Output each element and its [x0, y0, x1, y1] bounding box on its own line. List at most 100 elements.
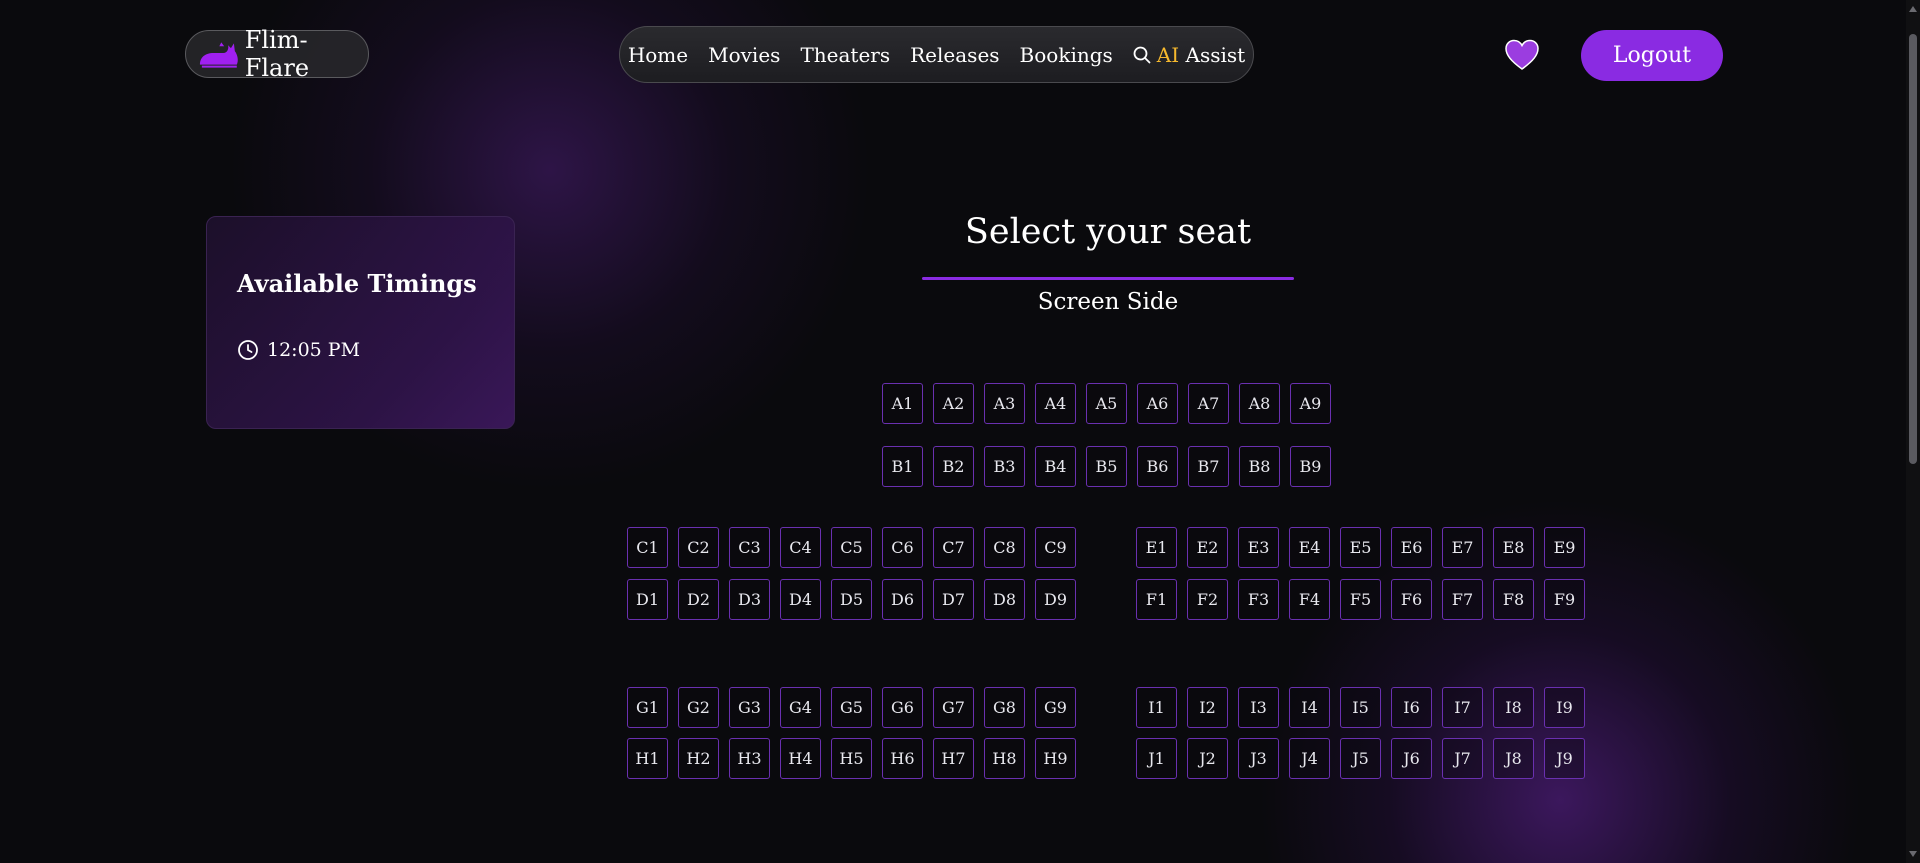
seat-button[interactable]: C2 — [678, 527, 719, 568]
seat-button[interactable]: H7 — [933, 738, 974, 779]
seat-button[interactable]: I1 — [1136, 687, 1177, 728]
seat-button[interactable]: H6 — [882, 738, 923, 779]
seat-button[interactable]: A2 — [933, 383, 974, 424]
seat-button[interactable]: J4 — [1289, 738, 1330, 779]
nav-releases[interactable]: Releases — [910, 43, 999, 67]
seat-button[interactable]: I9 — [1544, 687, 1585, 728]
seat-button[interactable]: I3 — [1238, 687, 1279, 728]
seat-button[interactable]: A3 — [984, 383, 1025, 424]
seat-button[interactable]: G4 — [780, 687, 821, 728]
seat-button[interactable]: D2 — [678, 579, 719, 620]
seat-button[interactable]: A9 — [1290, 383, 1331, 424]
seat-button[interactable]: F7 — [1442, 579, 1483, 620]
seat-button[interactable]: H8 — [984, 738, 1025, 779]
seat-button[interactable]: C4 — [780, 527, 821, 568]
seat-button[interactable]: F9 — [1544, 579, 1585, 620]
seat-button[interactable]: J1 — [1136, 738, 1177, 779]
seat-button[interactable]: H4 — [780, 738, 821, 779]
seat-button[interactable]: B6 — [1137, 446, 1178, 487]
seat-button[interactable]: E3 — [1238, 527, 1279, 568]
seat-button[interactable]: E9 — [1544, 527, 1585, 568]
seat-button[interactable]: I4 — [1289, 687, 1330, 728]
seat-button[interactable]: J7 — [1442, 738, 1483, 779]
seat-button[interactable]: F4 — [1289, 579, 1330, 620]
seat-button[interactable]: E4 — [1289, 527, 1330, 568]
seat-button[interactable]: G9 — [1035, 687, 1076, 728]
seat-button[interactable]: C9 — [1035, 527, 1076, 568]
favorites-heart-icon[interactable] — [1505, 39, 1539, 71]
seat-button[interactable]: H2 — [678, 738, 719, 779]
seat-button[interactable]: C5 — [831, 527, 872, 568]
seat-button[interactable]: C7 — [933, 527, 974, 568]
seat-button[interactable]: D3 — [729, 579, 770, 620]
seat-button[interactable]: F6 — [1391, 579, 1432, 620]
seat-button[interactable]: F1 — [1136, 579, 1177, 620]
seat-button[interactable]: G7 — [933, 687, 974, 728]
seat-button[interactable]: J2 — [1187, 738, 1228, 779]
seat-button[interactable]: E7 — [1442, 527, 1483, 568]
seat-button[interactable]: D9 — [1035, 579, 1076, 620]
seat-button[interactable]: B1 — [882, 446, 923, 487]
seat-button[interactable]: A7 — [1188, 383, 1229, 424]
seat-button[interactable]: D8 — [984, 579, 1025, 620]
seat-button[interactable]: I8 — [1493, 687, 1534, 728]
seat-button[interactable]: H9 — [1035, 738, 1076, 779]
seat-button[interactable]: I5 — [1340, 687, 1381, 728]
nav-bookings[interactable]: Bookings — [1020, 43, 1113, 67]
seat-button[interactable]: E6 — [1391, 527, 1432, 568]
seat-button[interactable]: A4 — [1035, 383, 1076, 424]
seat-button[interactable]: F5 — [1340, 579, 1381, 620]
seat-button[interactable]: A5 — [1086, 383, 1127, 424]
seat-button[interactable]: A1 — [882, 383, 923, 424]
seat-button[interactable]: I6 — [1391, 687, 1432, 728]
seat-button[interactable]: F8 — [1493, 579, 1534, 620]
seat-button[interactable]: A6 — [1137, 383, 1178, 424]
seat-button[interactable]: D4 — [780, 579, 821, 620]
seat-button[interactable]: I2 — [1187, 687, 1228, 728]
seat-button[interactable]: H5 — [831, 738, 872, 779]
seat-button[interactable]: C3 — [729, 527, 770, 568]
seat-button[interactable]: J8 — [1493, 738, 1534, 779]
nav-home[interactable]: Home — [628, 43, 688, 67]
seat-button[interactable]: E5 — [1340, 527, 1381, 568]
seat-button[interactable]: D5 — [831, 579, 872, 620]
seat-button[interactable]: G6 — [882, 687, 923, 728]
seat-button[interactable]: J6 — [1391, 738, 1432, 779]
brand-logo[interactable]: Flim-Flare — [185, 26, 369, 82]
seat-button[interactable]: B7 — [1188, 446, 1229, 487]
seat-button[interactable]: B3 — [984, 446, 1025, 487]
seat-button[interactable]: J3 — [1238, 738, 1279, 779]
timing-option[interactable]: 12:05 PM — [237, 339, 360, 361]
seat-button[interactable]: C6 — [882, 527, 923, 568]
seat-button[interactable]: G1 — [627, 687, 668, 728]
scroll-down-arrow-icon[interactable] — [1909, 851, 1917, 857]
seat-button[interactable]: G8 — [984, 687, 1025, 728]
seat-button[interactable]: C1 — [627, 527, 668, 568]
seat-button[interactable]: D6 — [882, 579, 923, 620]
seat-button[interactable]: B2 — [933, 446, 974, 487]
seat-button[interactable]: J5 — [1340, 738, 1381, 779]
scroll-up-arrow-icon[interactable] — [1909, 6, 1917, 12]
scrollbar-thumb[interactable] — [1909, 34, 1917, 464]
nav-ai-assist[interactable]: AI Assist — [1133, 43, 1245, 67]
seat-button[interactable]: I7 — [1442, 687, 1483, 728]
seat-button[interactable]: J9 — [1544, 738, 1585, 779]
seat-button[interactable]: E8 — [1493, 527, 1534, 568]
seat-button[interactable]: G5 — [831, 687, 872, 728]
seat-button[interactable]: G2 — [678, 687, 719, 728]
seat-button[interactable]: E1 — [1136, 527, 1177, 568]
seat-button[interactable]: D7 — [933, 579, 974, 620]
seat-button[interactable]: F2 — [1187, 579, 1228, 620]
nav-theaters[interactable]: Theaters — [800, 43, 890, 67]
seat-button[interactable]: F3 — [1238, 579, 1279, 620]
logout-button[interactable]: Logout — [1581, 30, 1723, 81]
seat-button[interactable]: G3 — [729, 687, 770, 728]
seat-button[interactable]: H1 — [627, 738, 668, 779]
seat-button[interactable]: E2 — [1187, 527, 1228, 568]
seat-button[interactable]: B8 — [1239, 446, 1280, 487]
seat-button[interactable]: B5 — [1086, 446, 1127, 487]
seat-button[interactable]: A8 — [1239, 383, 1280, 424]
scrollbar[interactable] — [1906, 0, 1920, 863]
seat-button[interactable]: H3 — [729, 738, 770, 779]
seat-button[interactable]: D1 — [627, 579, 668, 620]
